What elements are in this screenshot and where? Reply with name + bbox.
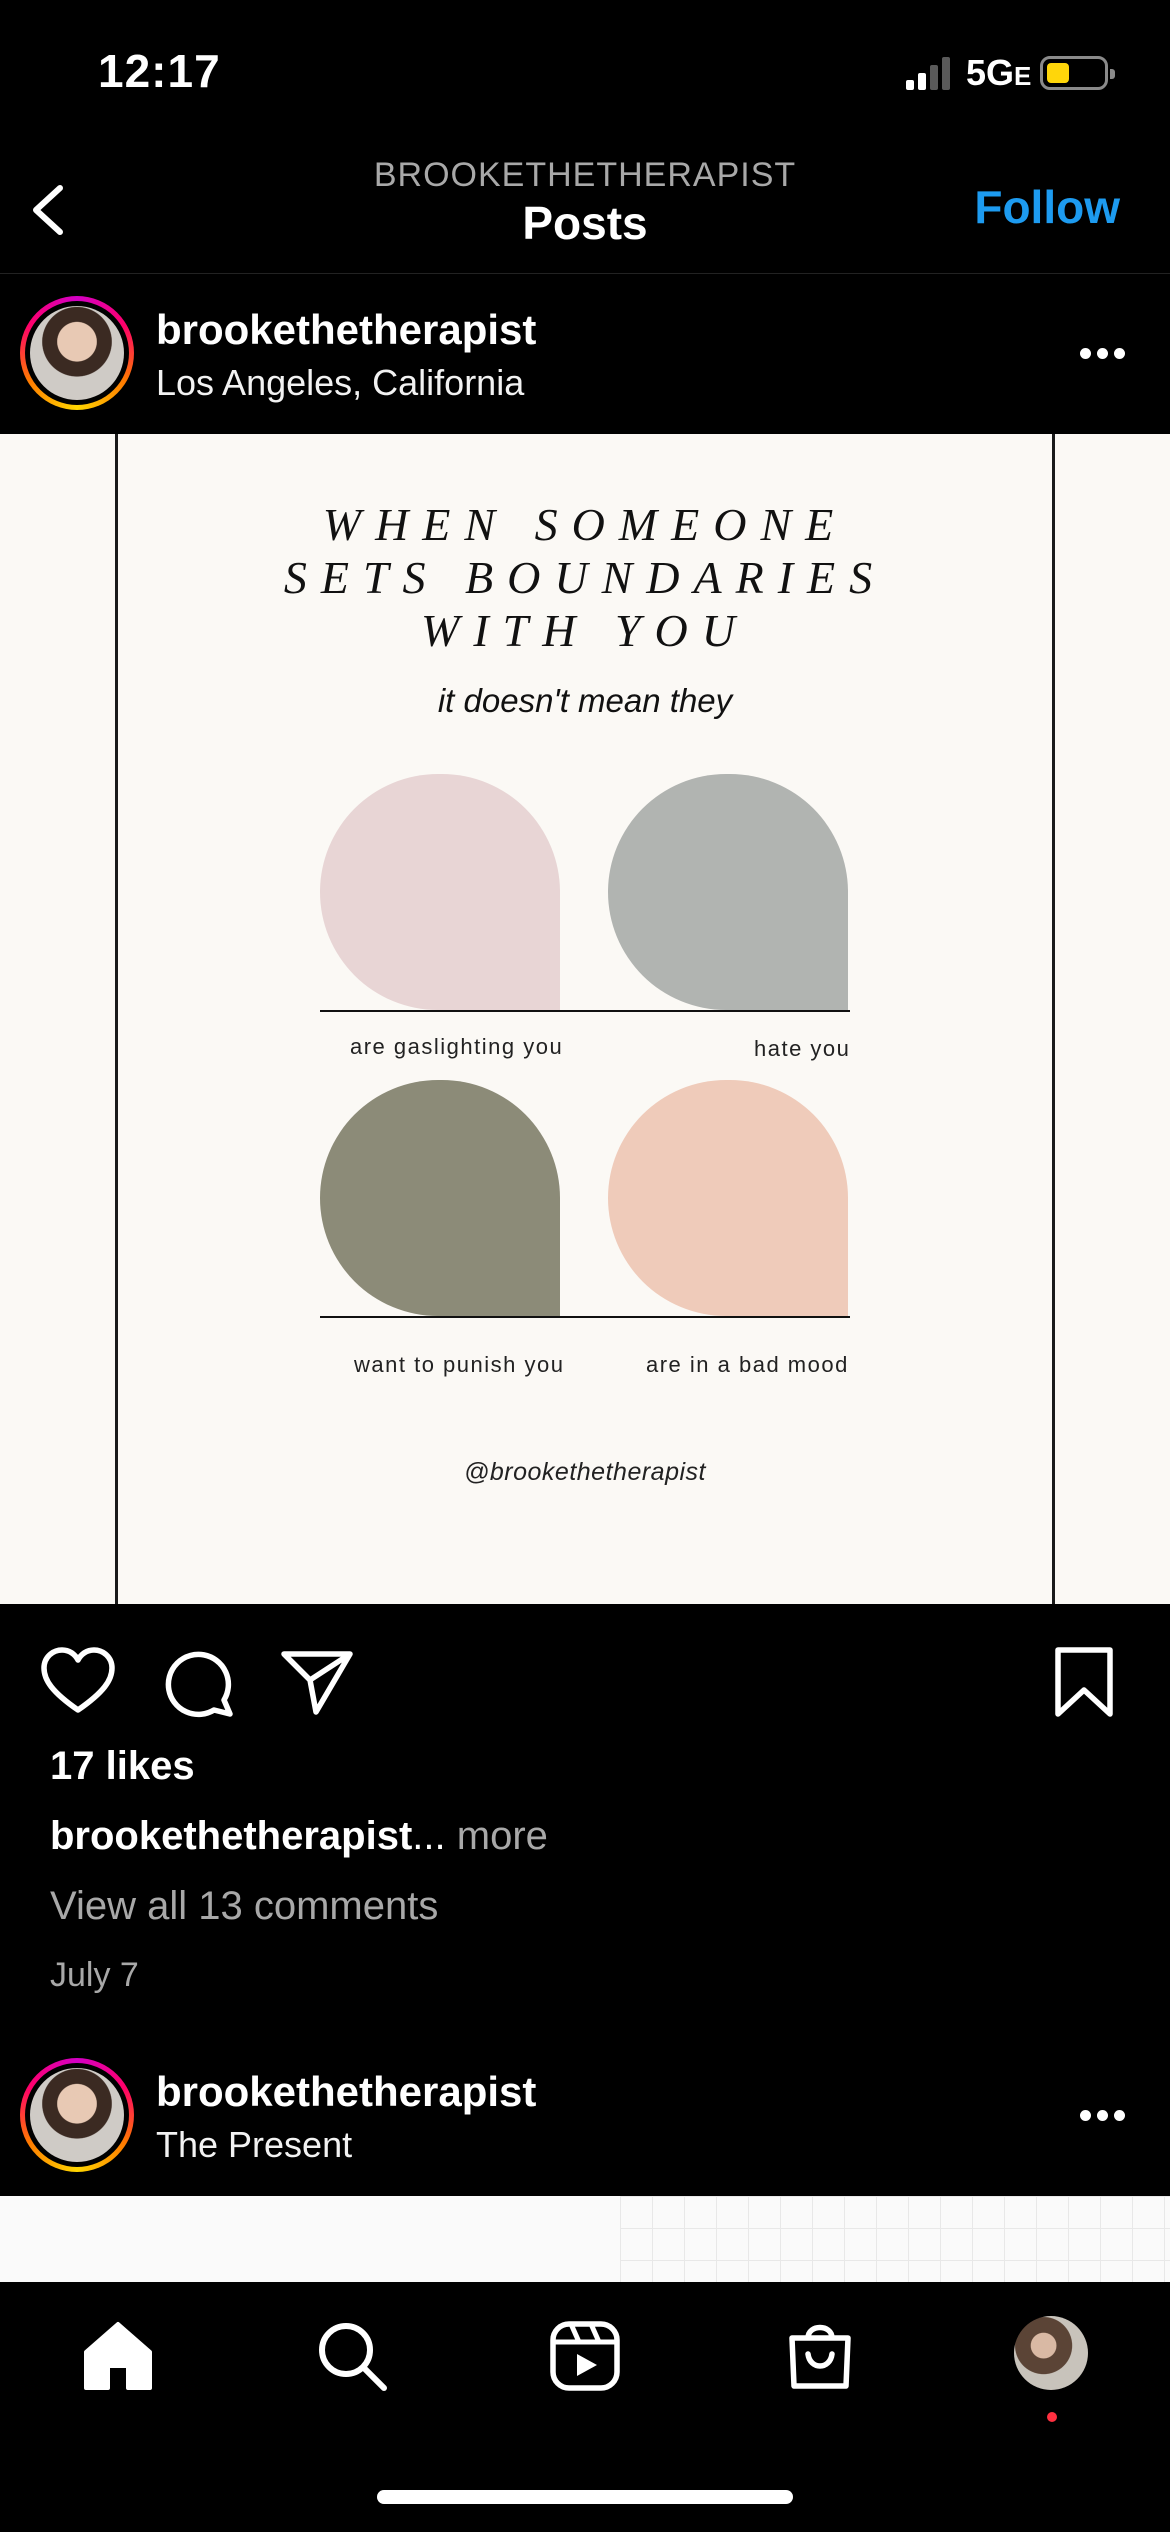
signal-icon: [906, 56, 950, 90]
caption-hate: hate you: [754, 1036, 851, 1061]
battery-icon: [1040, 56, 1115, 90]
image-subtitle: it doesn't mean they: [437, 682, 733, 719]
post-image[interactable]: WHEN SOMEONE SETS BOUNDARIES WITH YOU it…: [0, 434, 1170, 1604]
battery-nub: [1110, 69, 1115, 79]
comment-icon[interactable]: [158, 1642, 238, 1722]
grid-pattern: [620, 2196, 1170, 2282]
status-bar: 12:17 5GE: [0, 0, 1170, 140]
arch-shape-olive: [320, 1080, 560, 1316]
image-title-line: SETS BOUNDARIES: [283, 552, 887, 603]
next-post-header: brookethetherapist The Present: [0, 2036, 1170, 2196]
reels-icon[interactable]: [545, 2316, 625, 2396]
post-actions: [0, 1604, 1170, 1754]
notification-dot: [1047, 2412, 1057, 2422]
home-icon[interactable]: [78, 2316, 158, 2396]
network-suffix: E: [1014, 61, 1032, 91]
post-username[interactable]: brookethetherapist: [156, 306, 536, 354]
avatar-border: [25, 301, 129, 405]
arch-shape-peach: [608, 1080, 848, 1316]
avatar[interactable]: [20, 2058, 134, 2172]
next-post-username[interactable]: brookethetherapist: [156, 2068, 536, 2116]
nav-header: BROOKETHETHERAPIST Posts Follow: [0, 140, 1170, 274]
search-icon[interactable]: [312, 2316, 392, 2396]
caption[interactable]: brookethetherapist... more: [50, 1814, 548, 1859]
post-location[interactable]: Los Angeles, California: [156, 362, 524, 404]
post-header: brookethetherapist Los Angeles, Californ…: [0, 274, 1170, 434]
next-post-image[interactable]: [0, 2196, 1170, 2282]
divider-line: [320, 1316, 850, 1318]
image-title-line: WHEN SOMEONE: [322, 499, 848, 550]
shop-icon[interactable]: [780, 2316, 860, 2396]
network-indicator: 5GE: [966, 52, 1031, 94]
network-label: 5G: [966, 52, 1015, 93]
follow-button[interactable]: Follow: [974, 180, 1120, 234]
next-post-location[interactable]: The Present: [156, 2124, 352, 2166]
divider-line: [320, 1010, 850, 1012]
home-indicator[interactable]: [377, 2490, 793, 2504]
avatar-photo: [30, 2068, 124, 2162]
caption-more-link[interactable]: more: [446, 1814, 548, 1858]
status-time: 12:17: [98, 45, 221, 97]
avatar-photo: [30, 306, 124, 400]
arch-shape-gray: [608, 774, 848, 1010]
image-title-line: WITH YOU: [421, 605, 749, 656]
more-options-icon[interactable]: [1080, 2110, 1126, 2122]
profile-avatar[interactable]: [1014, 2316, 1088, 2390]
arch-shape-pink: [320, 774, 560, 1010]
bookmark-icon[interactable]: [1044, 1642, 1124, 1722]
image-handle: @brookethetherapist: [464, 1458, 706, 1486]
caption-username[interactable]: brookethetherapist: [50, 1814, 412, 1858]
avatar[interactable]: [20, 296, 134, 410]
like-heart-icon[interactable]: [38, 1642, 118, 1722]
share-send-icon[interactable]: [278, 1642, 358, 1722]
more-options-icon[interactable]: [1080, 348, 1126, 360]
caption-gaslighting: are gaslighting you: [350, 1034, 564, 1059]
caption-punish: want to punish you: [354, 1352, 565, 1377]
caption-ellipsis: ...: [412, 1814, 446, 1858]
caption-bad-mood: are in a bad mood: [646, 1352, 849, 1377]
battery-fill: [1047, 63, 1069, 83]
image-title: WHEN SOMEONE SETS BOUNDARIES WITH YOU: [0, 498, 1170, 657]
likes-count[interactable]: 17 likes: [50, 1744, 195, 1789]
view-comments-link[interactable]: View all 13 comments: [50, 1884, 438, 1929]
post-date: July 7: [50, 1956, 139, 1994]
avatar-border: [25, 2063, 129, 2167]
